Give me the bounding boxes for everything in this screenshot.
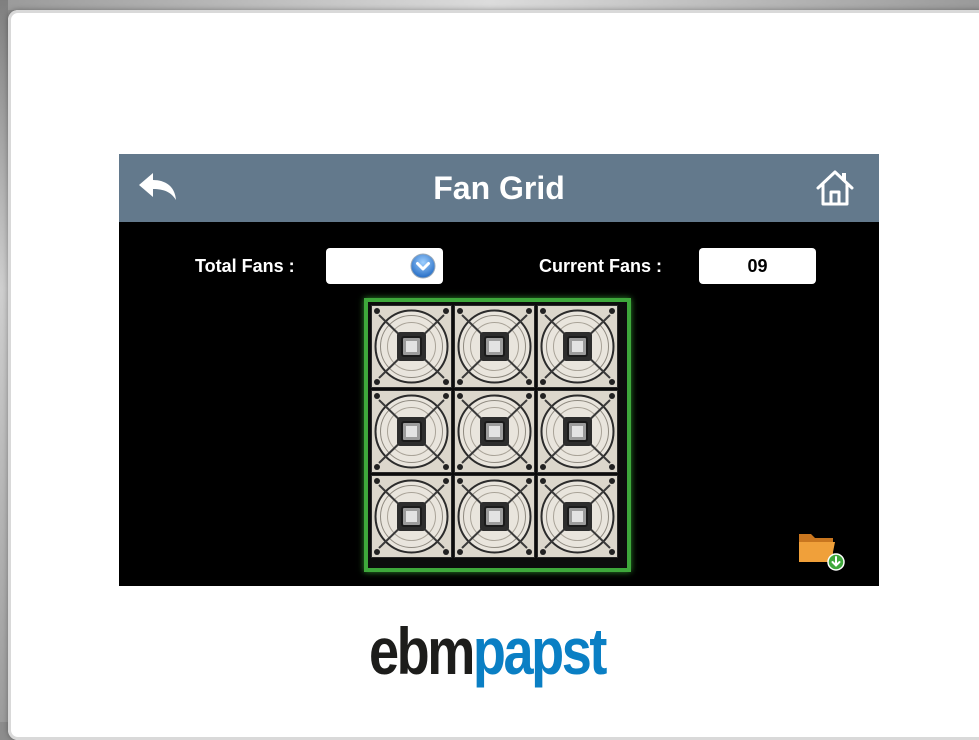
page-title: Fan Grid (433, 170, 565, 206)
fan-tile[interactable] (536, 389, 619, 474)
fan-icon (453, 389, 536, 474)
fan-tile[interactable] (536, 304, 619, 389)
brand-logo-part2: papst (472, 614, 608, 688)
fan-icon (536, 389, 619, 474)
fan-tile[interactable] (536, 474, 619, 559)
fan-tile[interactable] (453, 389, 536, 474)
fan-tile[interactable] (453, 474, 536, 559)
back-arrow-icon (139, 173, 176, 200)
folder-download-button[interactable] (795, 526, 847, 572)
brand-logo: ebmpapst (369, 612, 607, 690)
folder-download-icon (799, 534, 845, 571)
current-fans-field[interactable]: 09 (699, 248, 816, 284)
fan-tile[interactable] (370, 304, 453, 389)
fan-tile[interactable] (370, 389, 453, 474)
background-left (0, 0, 8, 722)
home-button[interactable] (813, 166, 857, 210)
header-bar: Fan Grid (119, 154, 879, 222)
fan-icon (536, 474, 619, 559)
current-fans-label: Current Fans : (539, 256, 663, 276)
fan-tile[interactable] (370, 474, 453, 559)
chevron-down-icon (410, 253, 436, 279)
fan-icon (536, 304, 619, 389)
fan-icon (370, 389, 453, 474)
fan-grid (364, 298, 631, 572)
fan-icon (453, 304, 536, 389)
hmi-screen: Fan Grid Total Fans : Current Fans: 09 (119, 154, 879, 586)
fan-tile[interactable] (453, 304, 536, 389)
home-icon (816, 170, 854, 206)
total-fans-select[interactable] (326, 248, 443, 284)
fan-icon (453, 474, 536, 559)
background-top (0, 0, 979, 10)
brand-logo-part1: ebm (369, 614, 475, 688)
fan-icon (370, 304, 453, 389)
fan-icon (370, 474, 453, 559)
total-fans-label: Total Fans : (195, 256, 295, 276)
back-button[interactable] (135, 168, 179, 208)
